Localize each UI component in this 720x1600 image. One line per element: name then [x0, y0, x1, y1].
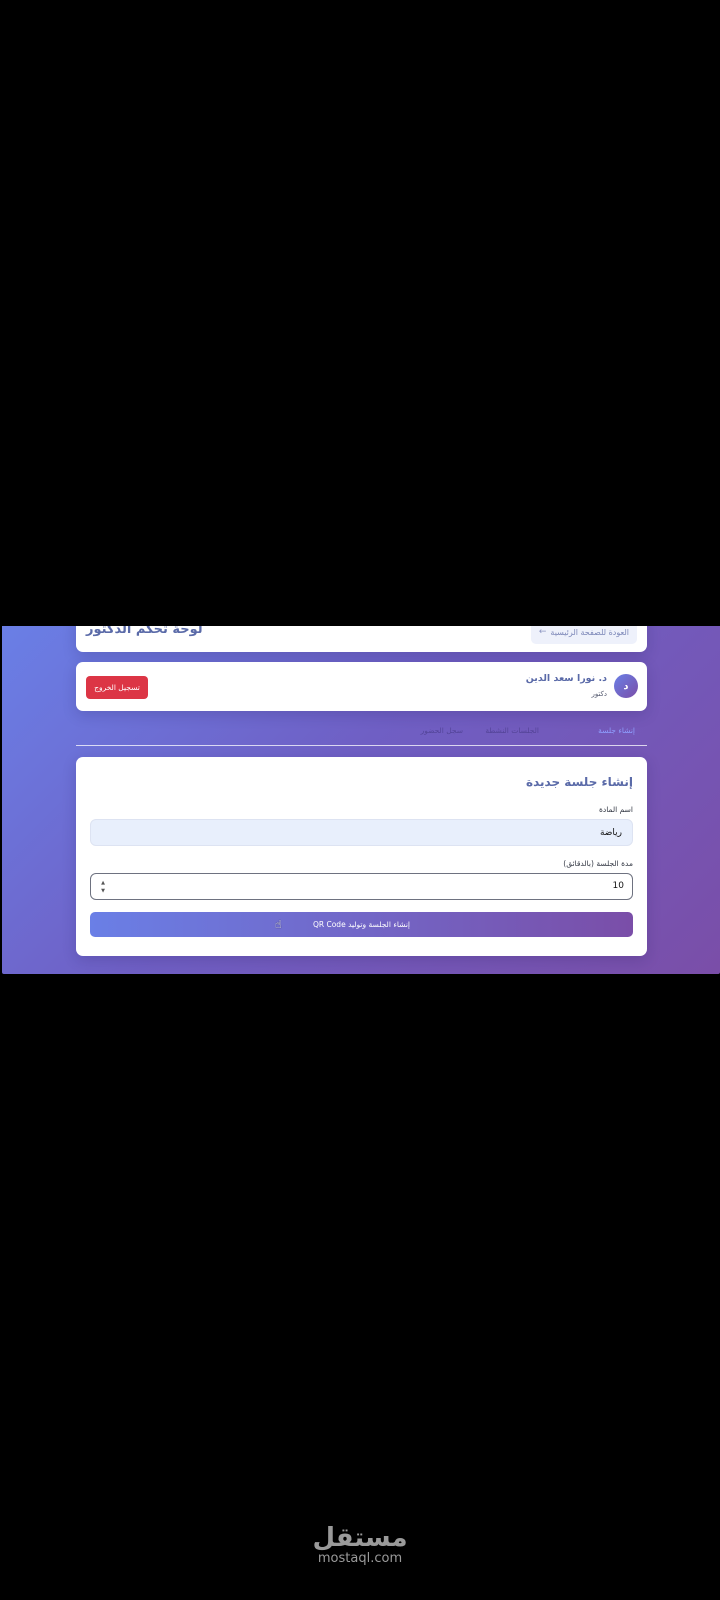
app-screen: لوحة تحكم الدكتور العودة للصفحة الرئيسية…: [2, 626, 720, 974]
user-name: د. نورا سعد الدين: [525, 673, 607, 684]
duration-value: 10: [612, 881, 624, 891]
watermark-logo: مستقل mostaql.com: [310, 1524, 410, 1566]
page-title: لوحة تحكم الدكتور: [86, 626, 203, 637]
tab-active-sessions[interactable]: الجلسات النشطة: [481, 726, 543, 741]
avatar: د: [614, 674, 638, 698]
user-role: دكتور: [591, 690, 607, 698]
header-card: لوحة تحكم الدكتور العودة للصفحة الرئيسية…: [76, 626, 647, 652]
user-card: د د. نورا سعد الدين دكتور تسجيل الخروج: [76, 662, 647, 711]
duration-stepper[interactable]: 10 ▲ ▼: [90, 873, 633, 900]
hand-cursor-icon: ☝: [275, 918, 282, 931]
watermark-arabic: مستقل: [312, 1523, 408, 1553]
duration-label: مدة الجلسة (بالدقائق): [563, 859, 633, 868]
tab-attendance-log[interactable]: سجل الحضور: [417, 726, 467, 741]
back-home-label: العودة للصفحة الرئيسية: [550, 627, 629, 637]
create-session-button[interactable]: إنشاء الجلسة وتوليد QR Code: [90, 912, 633, 937]
tab-create-session[interactable]: إنشاء جلسة: [594, 726, 639, 741]
subject-label: اسم المادة: [598, 805, 633, 814]
back-home-button[interactable]: العودة للصفحة الرئيسية ←: [530, 626, 637, 644]
logout-button[interactable]: تسجيل الخروج: [86, 676, 148, 699]
form-title: إنشاء جلسة جديدة: [526, 775, 633, 789]
tab-bar: إنشاء جلسة الجلسات النشطة سجل الحضور: [76, 722, 647, 746]
arrow-left-icon: ←: [538, 627, 547, 637]
watermark-latin: mostaql.com: [317, 1551, 403, 1566]
subject-input[interactable]: [90, 819, 633, 846]
stepper-arrows-icon[interactable]: ▲ ▼: [99, 879, 107, 895]
create-session-form: إنشاء جلسة جديدة اسم المادة مدة الجلسة (…: [76, 757, 647, 956]
